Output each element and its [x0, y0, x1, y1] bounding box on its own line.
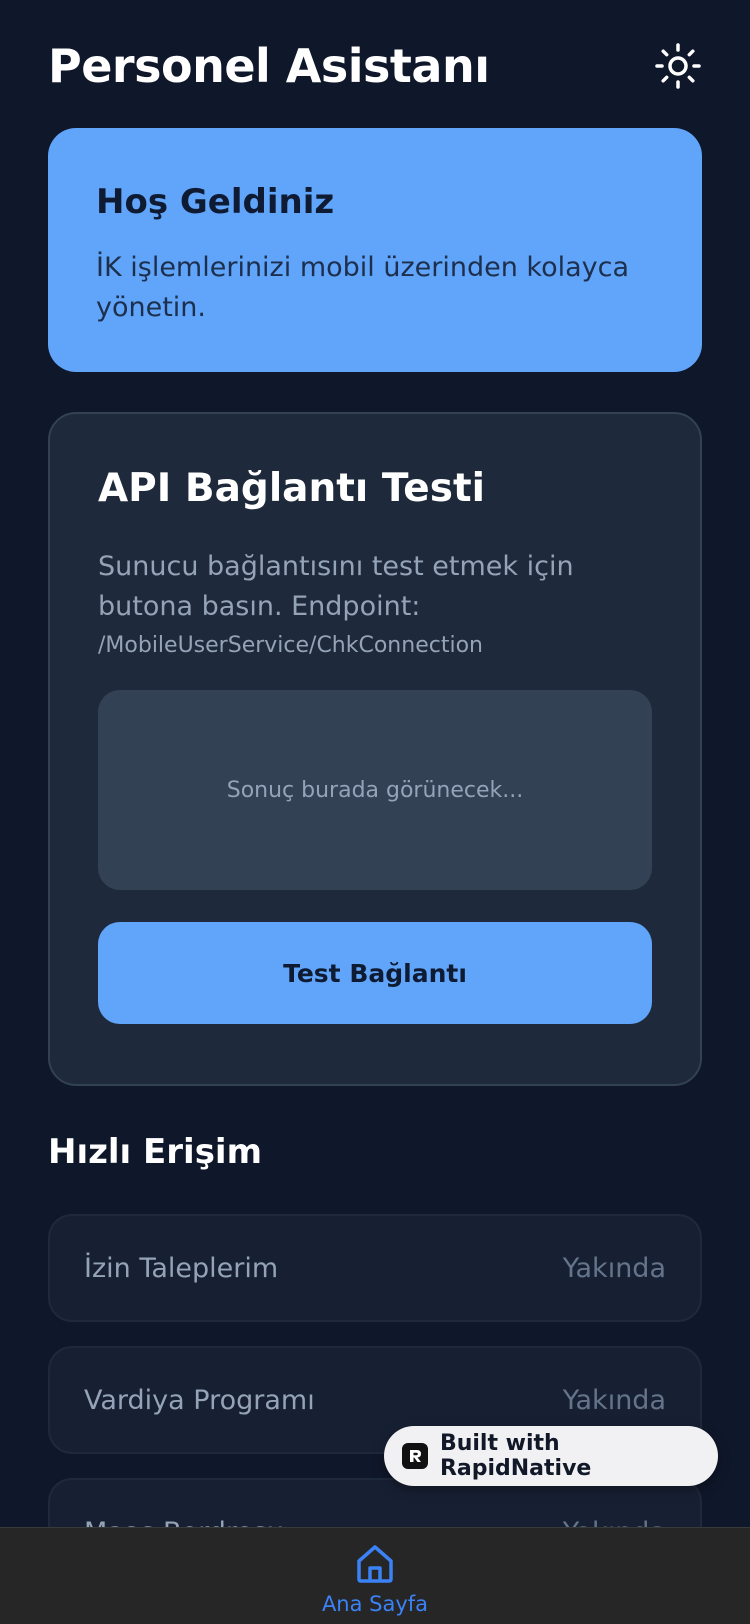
api-test-description: Sunucu bağlantısını test etmek için buto… — [98, 551, 574, 622]
test-connection-button[interactable]: Test Bağlantı — [98, 922, 652, 1024]
page-title: Personel Asistanı — [48, 39, 490, 93]
quick-item-status: Yakında — [562, 1384, 666, 1416]
result-box: Sonuç burada görünecek... — [98, 690, 652, 890]
quick-item-label: İzin Taleplerim — [84, 1252, 279, 1284]
quick-item-status: Yakında — [562, 1252, 666, 1284]
nav-home-tab[interactable]: Ana Sayfa — [300, 1542, 450, 1624]
badge-text: Built with RapidNative — [439, 1431, 592, 1481]
test-connection-label: Test Bağlantı — [283, 958, 467, 988]
app-screen: Personel Asistanı Hoş Geldiniz İK işleml… — [0, 0, 750, 1624]
welcome-text: İK işlemlerinizi mobil üzerinden kolayca… — [96, 252, 630, 323]
built-with-badge[interactable]: Built with RapidNative — [384, 1426, 718, 1486]
quick-item-leave-requests[interactable]: İzin Taleplerim Yakında — [48, 1214, 702, 1322]
welcome-card: Hoş Geldiniz İK işlemlerinizi mobil üzer… — [48, 128, 702, 372]
bottom-nav: Ana Sayfa — [0, 1527, 750, 1624]
home-icon — [357, 1545, 393, 1583]
welcome-title: Hoş Geldiniz — [96, 182, 335, 222]
quick-access-title: Hızlı Erişim — [48, 1132, 263, 1172]
api-endpoint: /MobileUserService/ChkConnection — [98, 633, 483, 658]
rapidnative-logo-icon — [402, 1443, 428, 1469]
theme-toggle-button[interactable] — [654, 42, 702, 90]
quick-item-label: Vardiya Programı — [84, 1384, 315, 1416]
api-test-title: API Bağlantı Testi — [98, 466, 485, 511]
api-test-card: API Bağlantı Testi Sunucu bağlantısını t… — [48, 412, 702, 1086]
sun-icon — [655, 43, 701, 89]
nav-home-label: Ana Sayfa — [321, 1592, 429, 1616]
result-placeholder: Sonuç burada görünecek... — [226, 777, 524, 803]
header: Personel Asistanı — [48, 38, 702, 94]
